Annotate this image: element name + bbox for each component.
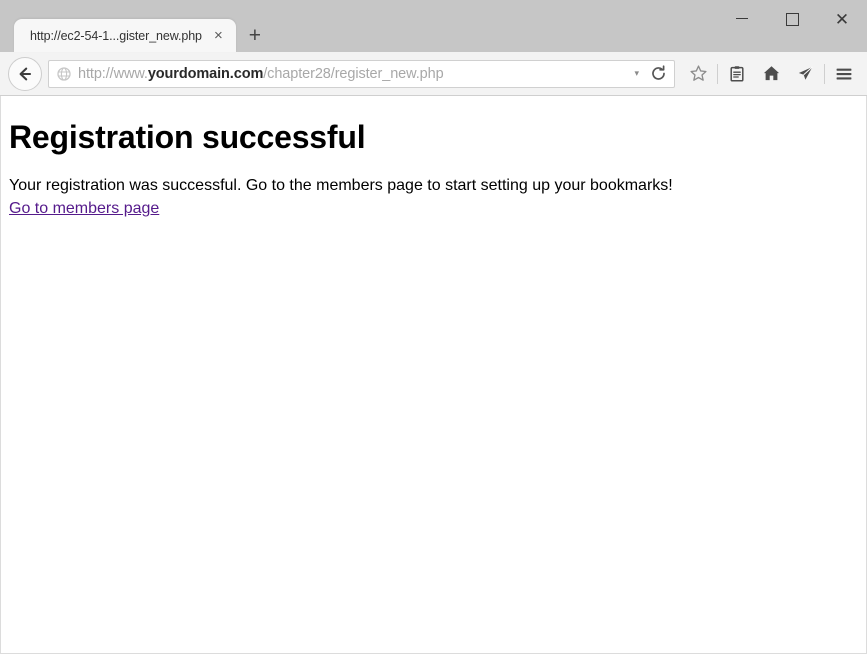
url-path: /chapter28/register_new.php: [263, 65, 444, 82]
browser-window: http://ec2-54-1...gister_new.php × + ✕ h…: [0, 0, 867, 654]
url-prefix: http://www.: [78, 65, 148, 82]
maximize-icon: [785, 12, 799, 26]
back-arrow-icon: [19, 67, 32, 80]
url-text: http://www.yourdomain.com/chapter28/regi…: [78, 66, 627, 82]
tab-strip: http://ec2-54-1...gister_new.php × +: [0, 0, 270, 52]
navigation-toolbar: http://www.yourdomain.com/chapter28/regi…: [0, 52, 867, 96]
new-tab-button[interactable]: +: [240, 19, 270, 52]
minimize-icon: [736, 17, 748, 19]
back-button[interactable]: [8, 56, 42, 91]
browser-tab[interactable]: http://ec2-54-1...gister_new.php ×: [14, 19, 236, 52]
url-domain: yourdomain.com: [147, 65, 264, 82]
minimize-button[interactable]: [717, 0, 767, 38]
url-bar[interactable]: http://www.yourdomain.com/chapter28/regi…: [48, 59, 675, 88]
page-body: Registration successful Your registratio…: [1, 96, 866, 229]
page-title: Registration successful: [9, 119, 366, 155]
page-content-frame: Registration successful Your registratio…: [0, 96, 867, 654]
reload-icon[interactable]: [646, 62, 670, 86]
chevron-down-icon[interactable]: ▾: [627, 69, 646, 78]
page-paragraph: Your registration was successful. Go to …: [9, 177, 673, 195]
toolbar-icons: [681, 58, 861, 90]
globe-icon: [57, 66, 71, 81]
reader-view-icon[interactable]: [720, 58, 754, 90]
close-icon: ✕: [834, 9, 850, 29]
maximize-button[interactable]: [767, 0, 817, 38]
bookmark-star-icon[interactable]: [681, 58, 715, 90]
title-bar: http://ec2-54-1...gister_new.php × + ✕: [0, 0, 867, 52]
members-page-link[interactable]: Go to members page: [9, 200, 159, 217]
tab-title: http://ec2-54-1...gister_new.php: [30, 28, 202, 43]
window-controls: ✕: [717, 0, 867, 38]
pocket-icon[interactable]: [788, 58, 822, 90]
menu-icon[interactable]: [827, 58, 861, 90]
close-icon[interactable]: ×: [210, 27, 227, 44]
toolbar-separator: [717, 63, 718, 84]
close-button[interactable]: ✕: [817, 0, 867, 38]
toolbar-separator: [824, 63, 825, 84]
home-icon[interactable]: [754, 58, 788, 90]
